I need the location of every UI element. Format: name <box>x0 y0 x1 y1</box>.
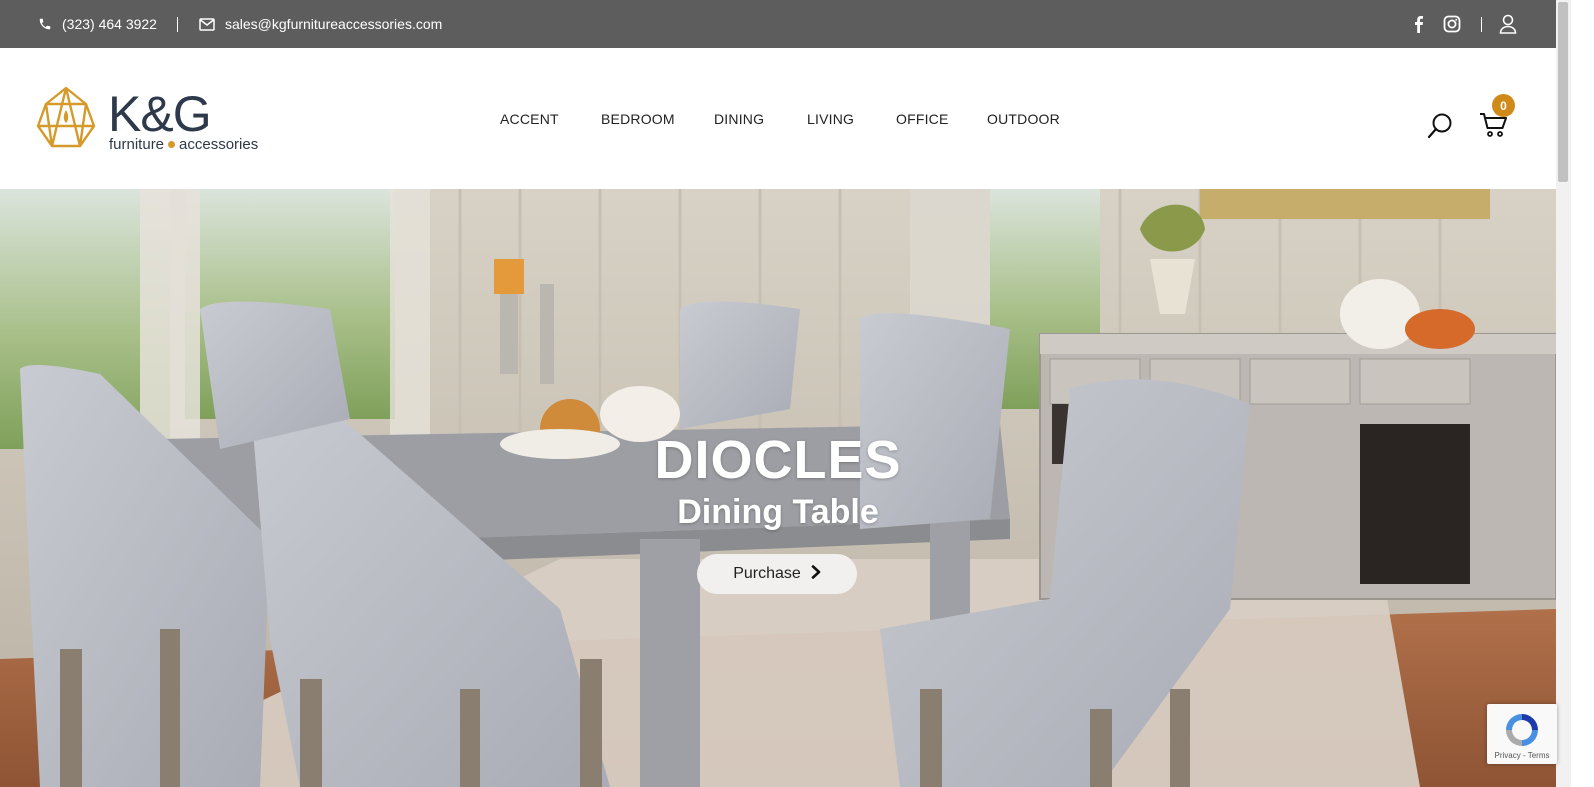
hero-subtitle: Dining Table <box>677 493 879 531</box>
nav-office[interactable]: OFFICE <box>896 111 949 127</box>
phone-icon <box>38 17 52 31</box>
nav-dining[interactable]: DINING <box>714 111 764 127</box>
recaptcha-icon <box>1506 714 1538 746</box>
search-icon <box>1427 113 1452 139</box>
nav-accent[interactable]: ACCENT <box>500 111 559 127</box>
phone-contact[interactable]: (323) 464 3922 <box>38 0 157 48</box>
phone-number: (323) 464 3922 <box>62 16 157 32</box>
recaptcha-badge[interactable]: Privacy - Terms <box>1487 704 1557 764</box>
topbar-divider <box>1481 17 1482 32</box>
chevron-right-icon <box>811 564 821 584</box>
email-address: sales@kgfurnitureaccessories.com <box>225 16 443 32</box>
purchase-button-label: Purchase <box>733 565 801 582</box>
instagram-link[interactable] <box>1443 0 1461 48</box>
email-contact[interactable]: sales@kgfurnitureaccessories.com <box>199 0 442 48</box>
search-button[interactable] <box>1426 112 1454 140</box>
nav-outdoor[interactable]: OUTDOOR <box>987 111 1060 127</box>
top-bar: (323) 464 3922 sales@kgfurnitureaccessor… <box>0 0 1556 48</box>
user-icon <box>1499 14 1517 34</box>
hero-slider: DIOCLES Dining Table Purchase <box>0 189 1556 787</box>
site-header: K&G furniture accessories ACCENT BEDROOM … <box>0 48 1556 189</box>
facebook-link[interactable] <box>1413 0 1424 48</box>
scrollbar-thumb[interactable] <box>1558 2 1568 182</box>
account-link[interactable] <box>1499 0 1517 48</box>
mail-icon <box>199 17 215 31</box>
nav-living[interactable]: LIVING <box>807 111 854 127</box>
instagram-icon <box>1443 15 1461 33</box>
nav-bedroom[interactable]: BEDROOM <box>601 111 675 127</box>
purchase-button[interactable]: Purchase <box>697 554 857 594</box>
main-nav: ACCENT BEDROOM DINING LIVING OFFICE OUTD… <box>0 48 1556 189</box>
hero-title: DIOCLES <box>654 430 902 490</box>
cart-count-badge: 0 <box>1492 94 1515 117</box>
facebook-icon <box>1413 15 1424 33</box>
topbar-divider <box>177 17 178 32</box>
recaptcha-links[interactable]: Privacy - Terms <box>1487 751 1557 760</box>
